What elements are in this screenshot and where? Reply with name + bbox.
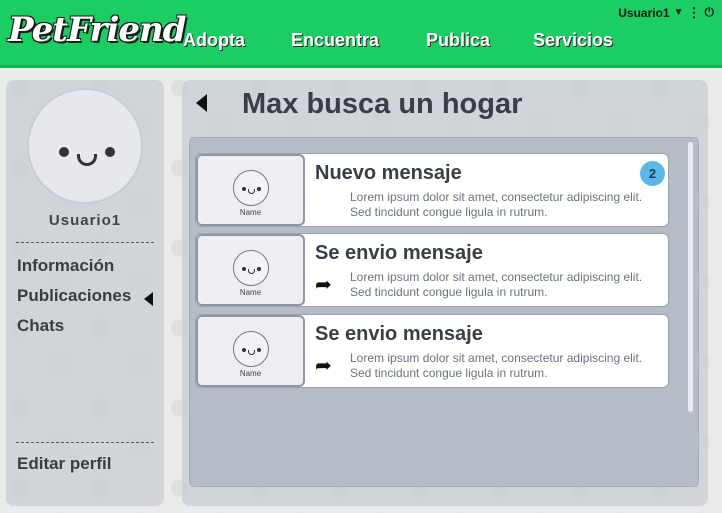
message-preview: Lorem ipsum dolor sit amet, consectetur … (350, 190, 670, 220)
sidebar-item-informacion[interactable]: Información (17, 256, 114, 276)
top-navbar: PetFriend Adopta Encuentra Publica Servi… (0, 0, 722, 68)
card-title: Se envio mensaje (315, 323, 483, 345)
preview-line: Sed tincidunt congue ligula in rutrum. (350, 205, 548, 219)
card-title: Se envio mensaje (315, 242, 483, 264)
preview-line: Lorem ipsum dolor sit amet, consectetur … (350, 190, 643, 204)
message-card[interactable]: Name Nuevo mensaje 2 Lorem ipsum dolor s… (195, 153, 669, 227)
avatar (233, 170, 269, 206)
scrollbar[interactable] (688, 142, 693, 412)
profile-username: Usuario1 (48, 212, 122, 229)
caret-down-icon[interactable]: ▼ (674, 7, 684, 18)
face-icon (29, 90, 145, 206)
sent-arrow-icon: ➦ (315, 355, 332, 377)
preview-line: Sed tincidunt congue ligula in rutrum. (350, 285, 548, 299)
kebab-menu-icon[interactable]: ⋮ (688, 6, 701, 19)
sent-arrow-icon: ➦ (315, 274, 332, 296)
preview-line: Lorem ipsum dolor sit amet, consectetur … (350, 351, 643, 365)
thumbnail-name: Name (239, 208, 262, 217)
edit-profile-link[interactable]: Editar perfil (17, 454, 111, 474)
message-list: Name Nuevo mensaje 2 Lorem ipsum dolor s… (189, 137, 699, 487)
page-title: Max busca un hogar (242, 88, 523, 120)
avatar (27, 88, 143, 204)
unread-badge: 2 (640, 161, 665, 186)
face-icon (234, 251, 270, 287)
sidebar-item-publicaciones[interactable]: Publicaciones (17, 286, 131, 306)
message-preview: Lorem ipsum dolor sit amet, consectetur … (350, 351, 670, 381)
message-card[interactable]: Name Se envio mensaje ➦ Lorem ipsum dolo… (195, 314, 669, 388)
nav-publica[interactable]: Publica (426, 30, 490, 51)
thumbnail: Name (196, 315, 305, 387)
nav-servicios[interactable]: Servicios (533, 30, 613, 51)
message-preview: Lorem ipsum dolor sit amet, consectetur … (350, 270, 670, 300)
preview-line: Sed tincidunt congue ligula in rutrum. (350, 366, 548, 380)
sidebar-item-chats[interactable]: Chats (17, 316, 64, 336)
avatar (233, 250, 269, 286)
divider (16, 242, 154, 243)
divider (16, 442, 154, 443)
nav-adopta[interactable]: Adopta (183, 30, 245, 51)
thumbnail: Name (196, 154, 305, 226)
thumbnail: Name (196, 234, 305, 306)
profile-sidebar: Usuario1 Información Publicaciones Chats… (6, 80, 164, 506)
face-icon (234, 171, 270, 207)
user-menu-label[interactable]: Usuario1 (618, 6, 669, 20)
thumbnail-name: Name (239, 369, 262, 378)
avatar (233, 331, 269, 367)
chat-list-panel: Max busca un hogar Name Nuevo mensaje 2 … (182, 80, 708, 506)
user-menu[interactable]: Usuario1 ▼ ⋮ ⏻ (618, 5, 714, 20)
card-title: Nuevo mensaje (315, 162, 462, 184)
nav-encuentra[interactable]: Encuentra (291, 30, 379, 51)
power-icon[interactable]: ⏻ (705, 5, 715, 20)
message-card[interactable]: Name Se envio mensaje ➦ Lorem ipsum dolo… (195, 233, 669, 307)
logo[interactable]: PetFriend (8, 10, 186, 50)
thumbnail-name: Name (239, 288, 262, 297)
back-arrow-icon[interactable] (196, 94, 207, 112)
face-icon (234, 332, 270, 368)
active-item-marker-icon (144, 292, 153, 306)
preview-line: Lorem ipsum dolor sit amet, consectetur … (350, 270, 643, 284)
